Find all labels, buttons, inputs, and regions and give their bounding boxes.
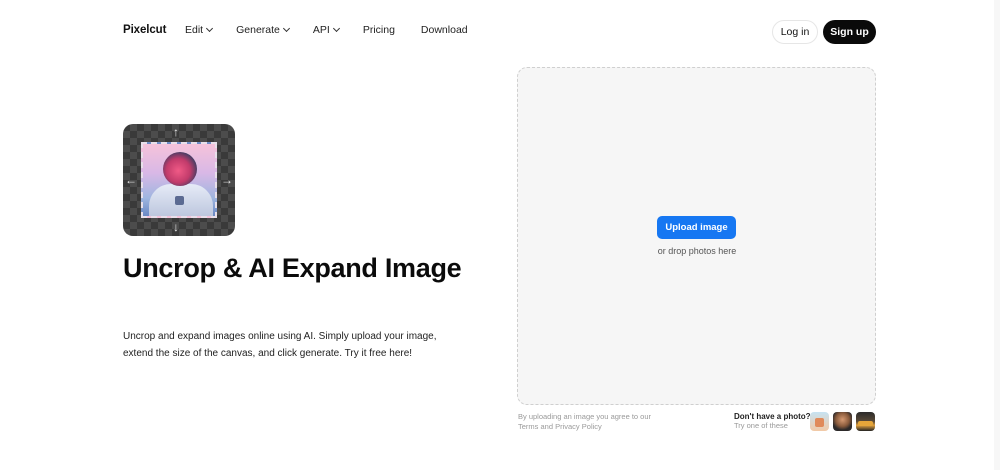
chevron-down-icon [206,24,214,33]
uncrop-preview-image: ↑ ↓ ← → [123,124,235,236]
sample-cup-shape [815,418,824,427]
nav-api-label: API [312,24,330,36]
nav-edit-label: Edit [185,24,204,36]
site-header: Pixelcut Edit Generate API Pricing Downl… [0,0,1000,64]
main-nav: Edit Generate API Pricing Download [185,24,494,36]
arrow-right-icon: → [221,173,233,187]
sample-photos-subtitle: Try one of these [734,421,788,430]
astronaut-helmet [163,152,197,186]
nav-pricing-label: Pricing [362,24,395,36]
nav-download[interactable]: Download [421,24,468,36]
pixelcut-logo[interactable]: Pixelcut [123,24,166,36]
upload-image-button[interactable]: Upload image [657,216,736,239]
terms-notice: By uploading an image you agree to our T… [518,412,652,431]
chevron-down-icon [332,24,340,33]
nav-download-label: Download [420,24,468,36]
arrow-up-icon: ↑ [173,125,179,139]
drop-hint: or drop photos here [657,246,737,256]
nav-edit[interactable]: Edit [185,24,214,36]
nav-generate-label: Generate [236,24,280,36]
sample-car-shape [858,421,873,426]
page-scrollbar[interactable] [994,0,1000,470]
astronaut-photo [141,142,217,218]
suit-patch [175,196,184,205]
arrow-left-icon: ← [125,173,137,187]
nav-pricing[interactable]: Pricing [363,24,395,36]
chevron-down-icon [282,24,290,33]
page-description: Uncrop and expand images online using AI… [123,331,437,359]
page-title: Uncrop & AI Expand Image [123,253,462,283]
sample-photos-title: Don't have a photo? [734,412,811,421]
nav-api[interactable]: API [312,24,340,36]
sample-photo-2[interactable] [833,412,852,431]
arrow-down-icon: ↓ [173,220,179,234]
signup-button[interactable]: Sign up [823,20,876,44]
nav-generate[interactable]: Generate [236,24,290,36]
sample-photo-3[interactable] [856,412,875,431]
sample-photo-1[interactable] [810,412,829,431]
login-button[interactable]: Log in [772,20,818,44]
